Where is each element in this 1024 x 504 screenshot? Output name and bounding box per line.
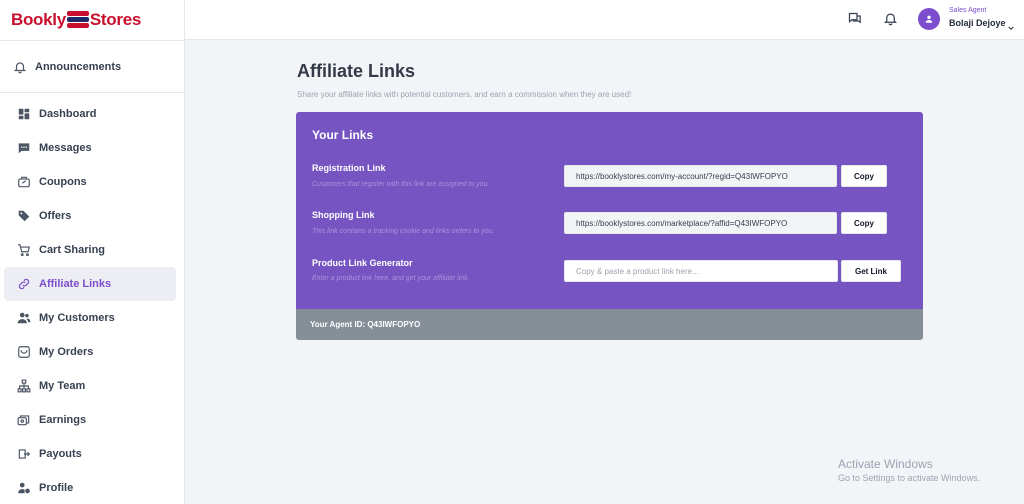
activate-windows-subtitle: Go to Settings to activate Windows. <box>838 473 981 483</box>
users-icon <box>16 310 32 326</box>
affiliate-links-card: Your Links Registration Link Customers t… <box>296 112 923 340</box>
chevron-down-icon[interactable] <box>1007 19 1015 31</box>
cart-icon <box>16 242 32 258</box>
sidebar-item-cart-sharing[interactable]: Cart Sharing <box>4 233 176 267</box>
activate-windows-title: Activate Windows <box>838 457 933 471</box>
registration-link-field[interactable]: https://booklystores.com/my-account/?reg… <box>564 165 837 187</box>
product-link-input-wrapper <box>564 260 838 282</box>
sidebar-item-announcements[interactable]: Announcements <box>0 41 184 92</box>
agent-id: Your Agent ID: Q43IWFOPYO <box>310 320 421 329</box>
sidebar-item-label: Payouts <box>39 448 82 460</box>
sidebar: Bookly Stores Announcements Dashboard Me… <box>0 0 185 504</box>
sidebar-item-earnings[interactable]: Earnings <box>4 403 176 437</box>
sidebar-item-label: Dashboard <box>39 108 97 120</box>
sidebar-item-profile[interactable]: Profile <box>4 471 176 504</box>
sidebar-item-label: My Team <box>39 380 86 392</box>
page-title: Affiliate Links <box>297 61 416 81</box>
registration-link-description: Customers that register with this link a… <box>312 181 490 188</box>
message-icon <box>16 140 32 156</box>
books-logo-icon <box>66 10 89 30</box>
user-name[interactable]: Bolaji Dejoye <box>949 18 1006 28</box>
shopping-link-field[interactable]: https://booklystores.com/marketplace/?af… <box>564 212 837 234</box>
profile-icon <box>16 480 32 496</box>
product-link-input[interactable] <box>576 266 837 276</box>
sidebar-item-dashboard[interactable]: Dashboard <box>4 97 176 131</box>
bell-icon <box>12 59 28 75</box>
shopping-link-label: Shopping Link <box>312 210 375 220</box>
sidebar-item-payouts[interactable]: Payouts <box>4 437 176 471</box>
sidebar-item-messages[interactable]: Messages <box>4 131 176 165</box>
copy-shopping-link-button[interactable]: Copy <box>841 212 887 234</box>
earnings-icon <box>16 412 32 428</box>
get-link-button[interactable]: Get Link <box>841 260 901 282</box>
shopping-link-value: https://booklystores.com/marketplace/?af… <box>576 218 788 228</box>
link-icon <box>16 276 32 292</box>
chat-icon[interactable] <box>847 11 863 27</box>
sidebar-item-label: Earnings <box>39 414 87 426</box>
dashboard-icon <box>16 106 32 122</box>
sidebar-item-my-customers[interactable]: My Customers <box>4 301 176 335</box>
sidebar-item-affiliate-links[interactable]: Affiliate Links <box>4 267 176 301</box>
sidebar-item-label: My Customers <box>39 312 115 324</box>
sidebar-item-label: Coupons <box>39 176 87 188</box>
registration-link-label: Registration Link <box>312 163 386 173</box>
sidebar-item-label: Cart Sharing <box>39 244 106 256</box>
avatar[interactable] <box>918 8 940 30</box>
product-link-generator-description: Enter a product link here, and get your … <box>312 275 470 282</box>
user-icon <box>925 15 933 23</box>
brand-logo[interactable]: Bookly Stores <box>0 0 184 40</box>
sidebar-item-my-team[interactable]: My Team <box>4 369 176 403</box>
sidebar-item-label: My Orders <box>39 346 94 358</box>
sidebar-item-coupons[interactable]: Coupons <box>4 165 176 199</box>
registration-link-value: https://booklystores.com/my-account/?reg… <box>576 171 788 181</box>
copy-registration-link-button[interactable]: Copy <box>841 165 887 187</box>
sidebar-item-offers[interactable]: Offers <box>4 199 176 233</box>
card-body: Your Links Registration Link Customers t… <box>296 112 923 309</box>
notification-bell-icon[interactable] <box>883 11 899 27</box>
card-footer: Your Agent ID: Q43IWFOPYO <box>296 309 923 340</box>
coupon-icon <box>16 174 32 190</box>
orders-icon <box>16 344 32 360</box>
sidebar-item-label: Profile <box>39 482 74 494</box>
product-link-generator-label: Product Link Generator <box>312 258 413 268</box>
page-subtitle: Share your affiliate links with potentia… <box>297 90 632 99</box>
brand-name-part1: Bookly <box>11 10 66 29</box>
top-bar: Sales Agent Bolaji Dejoye <box>185 0 1024 40</box>
sidebar-item-label: Offers <box>39 210 72 222</box>
sidebar-item-my-orders[interactable]: My Orders <box>4 335 176 369</box>
shopping-link-description: This link contains a tracking cookie and… <box>312 228 495 235</box>
card-title: Your Links <box>312 128 374 142</box>
tag-icon <box>16 208 32 224</box>
brand-name-part2: Stores <box>89 10 141 29</box>
sidebar-item-label: Announcements <box>35 60 122 73</box>
sidebar-item-label: Affiliate Links <box>39 278 112 290</box>
user-role: Sales Agent <box>949 7 987 14</box>
divider <box>0 92 184 93</box>
payout-icon <box>16 446 32 462</box>
sidebar-item-label: Messages <box>39 142 92 154</box>
team-icon <box>16 378 32 394</box>
